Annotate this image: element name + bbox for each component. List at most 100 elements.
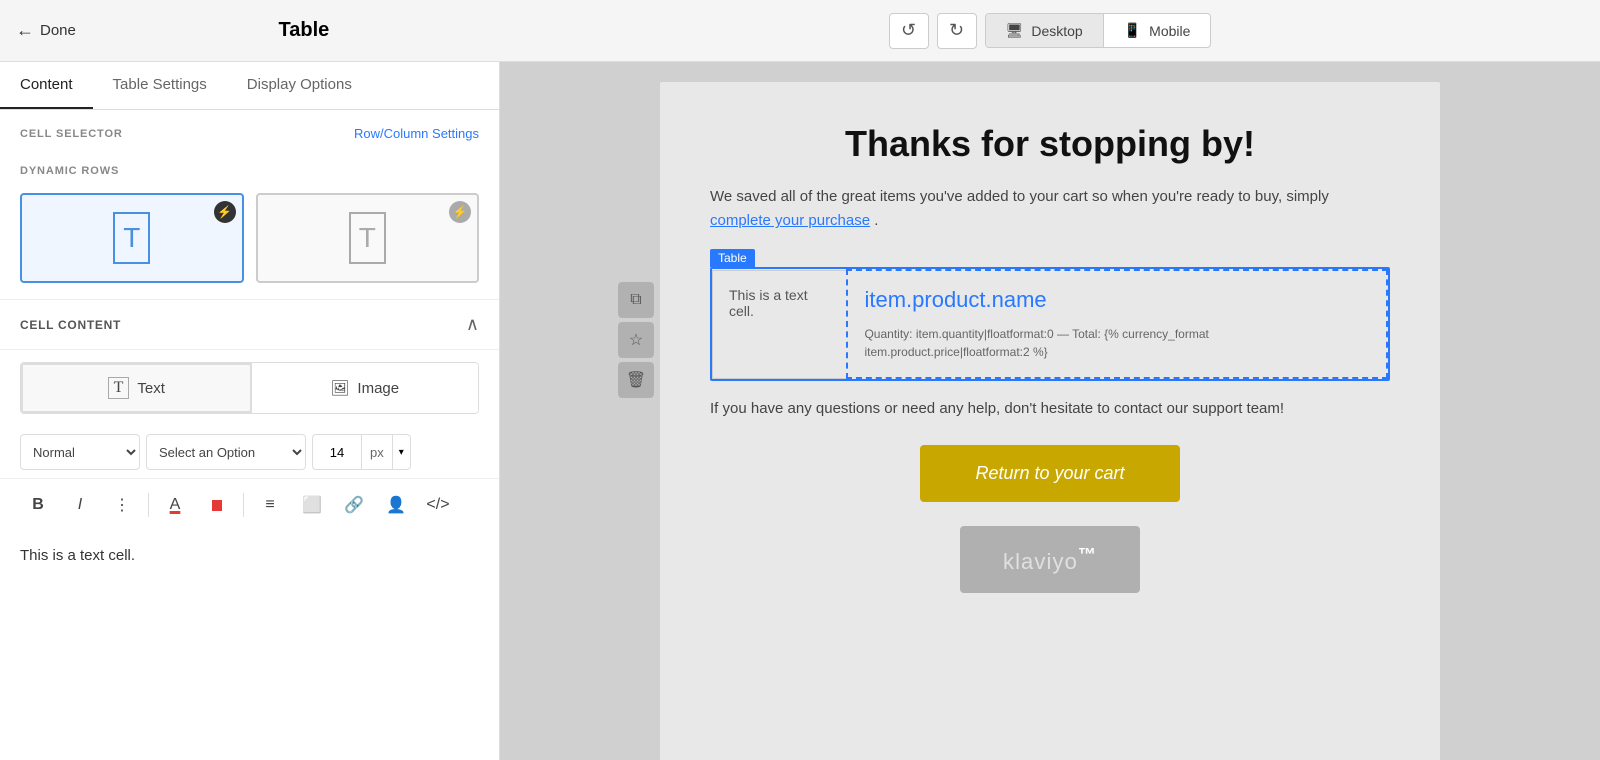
link-icon: 🔗: [344, 495, 364, 515]
font-size-unit-label: px: [362, 434, 393, 470]
klaviyo-text: klaviyo™: [1003, 549, 1097, 574]
table-container: Table This is a text cell. item.product.…: [710, 249, 1390, 381]
email-table-wrapper: This is a text cell. item.product.name Q…: [710, 267, 1390, 381]
text-type-button[interactable]: T Text: [21, 363, 252, 413]
cell-content-header: CELL CONTENT ∧: [0, 300, 499, 350]
row-thumb-1[interactable]: T ⚡: [20, 193, 244, 283]
text-icon-1: T: [113, 212, 150, 264]
cell-content-section: CELL CONTENT ∧ T Text 🖼 Image No: [0, 299, 499, 580]
view-toggle: 🖥 Desktop 📱 Mobile: [985, 13, 1212, 48]
mobile-icon: 📱: [1124, 22, 1141, 39]
trash-icon-btn[interactable]: 🗑: [618, 362, 654, 398]
lightning-badge-2: ⚡: [449, 201, 471, 223]
dynamic-rows-label: DYNAMIC ROWS: [0, 149, 499, 185]
text-toolbar-row: B I ⋮ A A ≡ ⬜: [0, 479, 499, 531]
text-cell-content: This is a text cell.: [729, 287, 808, 319]
italic-button[interactable]: I: [62, 487, 98, 523]
copy-icon-btn[interactable]: ⧉: [618, 282, 654, 318]
row-thumb-2[interactable]: T ⚡: [256, 193, 480, 283]
insert-image-button[interactable]: ⬜: [294, 487, 330, 523]
email-heading: Thanks for stopping by!: [710, 122, 1390, 165]
done-label: Done: [40, 22, 76, 39]
align-icon: ≡: [265, 496, 274, 514]
back-arrow-icon: ←: [16, 20, 34, 41]
sidebar-icons: ⧉ ☆ 🗑: [618, 282, 654, 398]
product-details: Quantity: item.quantity|floatformat:0 — …: [864, 325, 1370, 361]
content-type-toggle: T Text 🖼 Image: [20, 362, 479, 414]
tab-content[interactable]: Content: [0, 62, 93, 109]
desktop-label: Desktop: [1031, 23, 1082, 39]
person-icon: 👤: [386, 495, 406, 515]
paragraph-style-select[interactable]: Normal: [20, 434, 140, 470]
top-bar: ← Done Table ↺ ↻ 🖥 Desktop 📱 Mobile: [0, 0, 1600, 62]
text-cell: This is a text cell.: [713, 270, 848, 378]
mobile-label: Mobile: [1149, 23, 1190, 39]
right-panel: ⧉ ☆ 🗑 Thanks for stopping by! We saved a…: [500, 62, 1600, 760]
row-column-settings-link[interactable]: Row/Column Settings: [354, 126, 479, 141]
image-type-button[interactable]: 🖼 Image: [252, 363, 479, 413]
collapse-icon: ∧: [466, 314, 479, 334]
desktop-view-button[interactable]: 🖥 Desktop: [986, 14, 1104, 47]
toolbar-separator-2: [243, 493, 244, 517]
code-button[interactable]: </>: [420, 487, 456, 523]
insert-image-icon: ⬜: [302, 495, 322, 515]
font-color-icon: A: [170, 496, 181, 514]
cell-content-title: CELL CONTENT: [20, 318, 121, 332]
toolbar-center: ↺ ↻ 🖥 Desktop 📱 Mobile: [516, 13, 1584, 49]
cta-button[interactable]: Return to your cart: [920, 445, 1180, 502]
complete-purchase-link[interactable]: complete your purchase: [710, 212, 870, 229]
bold-icon: B: [32, 496, 44, 514]
person-button[interactable]: 👤: [378, 487, 414, 523]
font-size-input[interactable]: [312, 434, 362, 470]
tab-display-options[interactable]: Display Options: [227, 62, 372, 109]
font-family-select[interactable]: Select an Option: [146, 434, 306, 470]
collapse-button[interactable]: ∧: [466, 314, 479, 335]
main-content: Content Table Settings Display Options C…: [0, 62, 1600, 760]
cell-selector-row: CELL SELECTOR Row/Column Settings: [0, 110, 499, 149]
lightning-badge-1: ⚡: [214, 201, 236, 223]
email-preview: ⧉ ☆ 🗑 Thanks for stopping by! We saved a…: [660, 82, 1440, 760]
bg-color-icon: A: [212, 500, 223, 511]
editor-area[interactable]: This is a text cell.: [0, 531, 499, 580]
code-icon: </>: [426, 496, 449, 514]
left-panel: Content Table Settings Display Options C…: [0, 62, 500, 760]
undo-icon: ↺: [901, 20, 916, 41]
mobile-view-button[interactable]: 📱 Mobile: [1104, 14, 1211, 47]
email-body-2: If you have any questions or need any he…: [710, 397, 1390, 421]
more-icon: ⋮: [114, 495, 130, 515]
done-button[interactable]: ← Done: [16, 20, 76, 41]
table-row: This is a text cell. item.product.name Q…: [713, 270, 1388, 378]
tab-table-settings[interactable]: Table Settings: [93, 62, 227, 109]
text-type-label: Text: [137, 380, 165, 397]
product-name-link[interactable]: item.product.name: [864, 287, 1370, 313]
italic-icon: I: [78, 496, 82, 514]
font-size-arrow-button[interactable]: ▾: [393, 434, 411, 470]
toolbar-separator-1: [148, 493, 149, 517]
bold-button[interactable]: B: [20, 487, 56, 523]
undo-button[interactable]: ↺: [889, 13, 929, 49]
link-button[interactable]: 🔗: [336, 487, 372, 523]
table-label: Table: [710, 249, 755, 267]
email-table: This is a text cell. item.product.name Q…: [712, 269, 1388, 379]
image-type-label: Image: [357, 380, 399, 397]
panel-title: Table: [92, 19, 516, 42]
product-cell: item.product.name Quantity: item.quantit…: [847, 270, 1387, 378]
tab-bar: Content Table Settings Display Options: [0, 62, 499, 110]
text-icon-2: T: [349, 212, 386, 264]
font-color-button[interactable]: A: [157, 487, 193, 523]
cta-label: Return to your cart: [975, 463, 1124, 483]
top-bar-left: ← Done Table: [16, 19, 516, 42]
image-type-icon: 🖼: [330, 379, 349, 397]
dynamic-rows-container: T ⚡ T ⚡: [0, 185, 499, 299]
cell-selector-label: CELL SELECTOR: [20, 128, 123, 140]
text-type-icon: T: [108, 377, 130, 399]
font-size-group: px ▾: [312, 434, 411, 470]
bg-color-button[interactable]: A: [199, 487, 235, 523]
redo-icon: ↻: [949, 20, 964, 41]
more-options-button[interactable]: ⋮: [104, 487, 140, 523]
email-body-1: We saved all of the great items you've a…: [710, 185, 1390, 233]
align-button[interactable]: ≡: [252, 487, 288, 523]
redo-button[interactable]: ↻: [937, 13, 977, 49]
body-text-1-end: .: [874, 212, 878, 229]
star-icon-btn[interactable]: ☆: [618, 322, 654, 358]
